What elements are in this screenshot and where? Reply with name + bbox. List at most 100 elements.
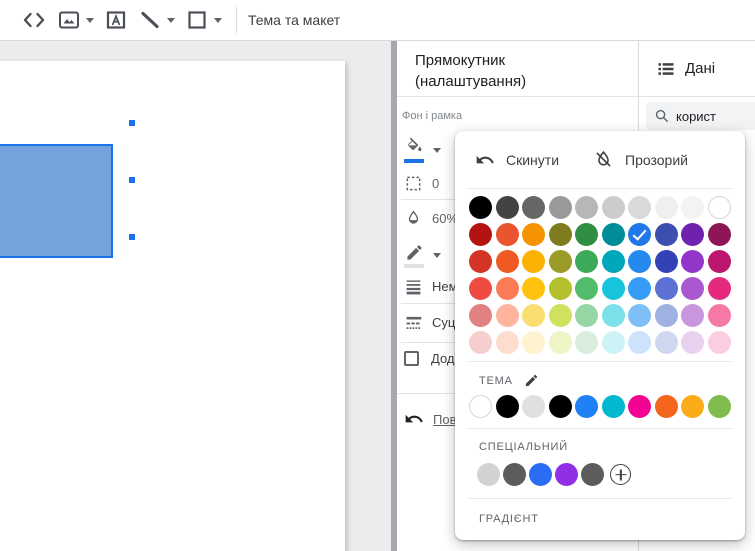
color-swatch[interactable] [628,250,652,273]
color-swatch[interactable] [469,277,492,300]
color-swatch[interactable] [654,250,678,273]
color-swatch[interactable] [503,463,526,486]
color-swatch[interactable] [601,277,625,300]
color-swatch[interactable] [681,223,705,246]
transparent-color-button[interactable]: Прозорий [593,149,688,170]
fill-color-control[interactable] [404,137,441,163]
report-canvas[interactable] [0,41,391,551]
reset-color-button[interactable]: Скинути [475,150,559,170]
border-color-control[interactable] [404,243,441,268]
color-swatch[interactable] [469,223,492,246]
color-swatch[interactable] [707,223,731,246]
color-swatch[interactable] [575,395,599,418]
color-swatch[interactable] [522,223,546,246]
color-swatch[interactable] [681,331,705,354]
color-swatch[interactable] [601,304,625,327]
color-swatch[interactable] [707,331,731,354]
color-swatch[interactable] [681,196,705,219]
color-swatch[interactable] [628,304,652,327]
color-swatch[interactable] [575,196,599,219]
color-swatch[interactable] [628,277,652,300]
color-swatch[interactable] [495,331,519,354]
color-swatch[interactable] [522,196,546,219]
color-swatch[interactable] [495,196,519,219]
border-shadow-checkbox[interactable] [404,351,419,366]
color-swatch[interactable] [681,395,705,418]
revert-theme-control[interactable]: Пов [404,409,456,429]
color-swatch[interactable] [575,277,599,300]
color-swatch[interactable] [495,223,519,246]
color-swatch[interactable] [681,250,705,273]
color-swatch[interactable] [707,196,731,219]
color-swatch[interactable] [522,250,546,273]
color-swatch[interactable] [601,395,625,418]
fill-color-button[interactable] [404,137,424,163]
color-swatch[interactable] [575,223,599,246]
color-swatch[interactable] [707,395,731,418]
add-custom-color-button[interactable] [610,464,631,485]
color-swatch[interactable] [601,196,625,219]
color-swatch[interactable] [707,250,731,273]
color-swatch[interactable] [495,304,519,327]
color-swatch[interactable] [654,395,678,418]
color-swatch[interactable] [654,304,678,327]
color-swatch[interactable] [575,331,599,354]
color-swatch[interactable] [469,395,492,418]
resize-handle-middle-right[interactable] [128,176,136,184]
color-swatch[interactable] [529,463,552,486]
field-search-box[interactable] [646,102,755,130]
selected-rectangle[interactable] [0,144,113,258]
resize-handle-top-right[interactable] [128,119,136,127]
color-swatch[interactable] [548,304,572,327]
border-radius-control[interactable]: 0 [404,174,439,193]
color-swatch[interactable] [681,277,705,300]
color-swatch[interactable] [707,304,731,327]
insert-text-button[interactable] [99,5,133,35]
color-swatch[interactable] [548,223,572,246]
color-swatch[interactable] [548,250,572,273]
embed-code-button[interactable] [16,5,52,35]
color-swatch[interactable] [601,250,625,273]
color-swatch[interactable] [548,196,572,219]
color-swatch[interactable] [495,395,519,418]
tab-data[interactable]: Дані [639,41,755,97]
color-swatch[interactable] [495,277,519,300]
insert-line-button[interactable] [133,5,180,35]
revert-theme-link[interactable]: Пов [433,412,456,427]
color-swatch[interactable] [575,304,599,327]
color-swatch[interactable] [581,463,604,486]
theme-layout-button[interactable]: Тема та макет [248,12,340,28]
color-swatch[interactable] [628,331,652,354]
color-swatch[interactable] [469,304,492,327]
color-swatch[interactable] [548,331,572,354]
opacity-control[interactable]: 60% [404,209,458,228]
color-swatch[interactable] [601,331,625,354]
color-swatch-selected[interactable] [628,223,652,246]
color-swatch[interactable] [555,463,578,486]
color-swatch[interactable] [469,250,492,273]
color-swatch[interactable] [548,395,572,418]
color-swatch[interactable] [469,331,492,354]
edit-theme-pencil-icon[interactable] [524,373,539,388]
color-swatch[interactable] [575,250,599,273]
border-color-button[interactable] [404,243,424,268]
color-swatch[interactable] [681,304,705,327]
color-swatch[interactable] [522,277,546,300]
insert-image-button[interactable] [52,5,99,35]
color-swatch[interactable] [495,250,519,273]
gradient-section-label[interactable]: ГРАДІЄНТ [479,513,745,525]
resize-handle-bottom-right[interactable] [128,233,136,241]
color-swatch[interactable] [628,196,652,219]
report-page[interactable] [0,61,345,551]
color-swatch[interactable] [522,331,546,354]
color-swatch[interactable] [548,277,572,300]
color-swatch[interactable] [654,277,678,300]
color-swatch[interactable] [522,304,546,327]
color-swatch[interactable] [628,395,652,418]
search-input[interactable] [676,108,748,124]
color-swatch[interactable] [601,223,625,246]
color-swatch[interactable] [469,196,492,219]
color-swatch[interactable] [707,277,731,300]
color-swatch[interactable] [654,331,678,354]
color-swatch[interactable] [477,463,500,486]
